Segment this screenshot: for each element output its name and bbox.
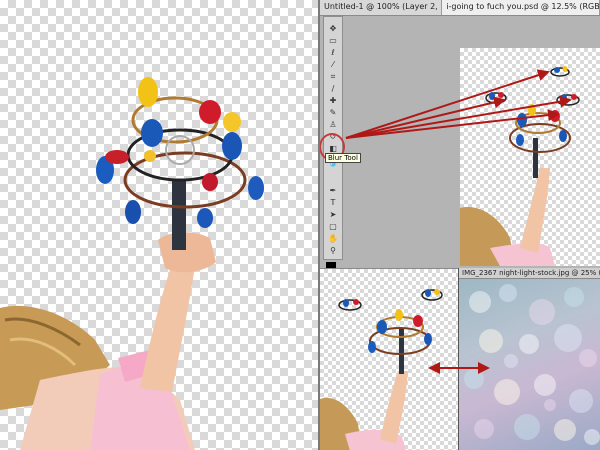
bokeh-document-title[interactable]: IMG_2367 night-light-stock.jpg @ 25% (R [459,268,600,279]
bokeh-spot [579,349,597,367]
tab-psd[interactable]: i-going to fuch you.psd @ 12.5% (RGB/8/C… [442,0,600,15]
bokeh-document[interactable]: IMG_2367 night-light-stock.jpg @ 25% (R [458,268,600,450]
bokeh-spot [464,369,484,389]
bokeh-spot [469,291,491,313]
bokeh-spot [514,414,540,440]
composite-image-small [320,289,443,450]
hand-icon[interactable]: ✋ [326,233,340,244]
bokeh-image [459,279,600,450]
bokeh-spot [554,419,576,441]
arm [140,266,195,392]
bokeh-spot [564,287,584,307]
brush-icon[interactable]: ✎ [326,107,340,118]
pen-icon[interactable]: ✒ [326,185,340,196]
document-canvas-top[interactable] [460,48,600,266]
marquee-icon[interactable]: ▭ [326,35,340,46]
bokeh-spot [494,379,520,405]
bokeh-spot [554,324,582,352]
bokeh-spot [534,374,556,396]
shape-icon[interactable]: ▢ [326,221,340,232]
healing-icon[interactable]: ✚ [326,95,340,106]
bokeh-spot [519,334,539,354]
photoshop-workspace: Untitled-1 @ 100% (Layer 2, RGB/8) i-goi… [320,0,600,450]
tool-tooltip: Blur Tool [325,153,361,163]
girl-with-pinwheel-image [0,77,264,450]
move-icon[interactable]: ✥ [326,23,340,34]
clone-stamp-icon[interactable]: ♙ [326,119,340,130]
main-canvas[interactable] [0,0,318,450]
eyedropper-icon[interactable]: ∕ [326,83,340,94]
document-canvas-bottom-left[interactable] [320,268,458,450]
quick-select-icon[interactable]: ⁄ [326,59,340,70]
bokeh-spot [499,284,517,302]
composite-image [460,66,580,266]
path-select-icon[interactable]: ➤ [326,209,340,220]
bokeh-spot [569,389,593,413]
lasso-icon[interactable]: ℓ [326,47,340,58]
document-tab-bar: Untitled-1 @ 100% (Layer 2, RGB/8) i-goi… [320,0,600,16]
bokeh-spot [544,399,556,411]
bokeh-spot [479,329,503,353]
crop-icon[interactable]: ⌗ [326,71,340,82]
type-icon[interactable]: T [326,197,340,208]
bokeh-spot [584,429,600,445]
bokeh-spot [504,354,518,368]
tab-untitled[interactable]: Untitled-1 @ 100% (Layer 2, RGB/8) [320,0,443,15]
zoom-icon[interactable]: ⚲ [326,245,340,256]
bokeh-spot [529,299,555,325]
toy-pole [172,180,186,250]
bokeh-spot [474,419,494,439]
hand [158,232,216,273]
